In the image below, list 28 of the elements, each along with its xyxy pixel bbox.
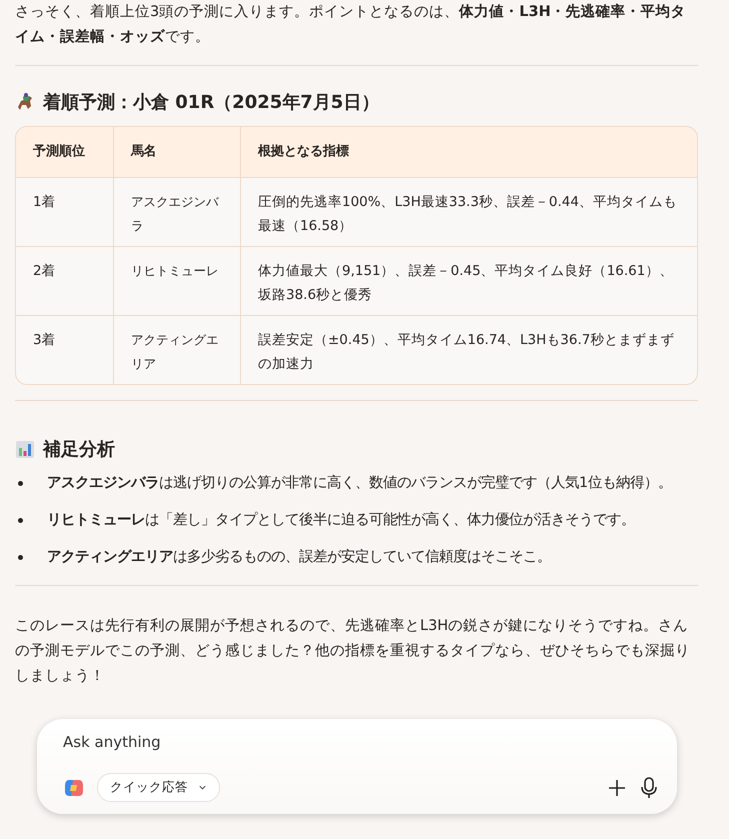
closing-paragraph: このレースは先行有利の展開が予想されるので、先逃確率とL3Hの鋭さが鍵になりそうですね。さんの予測モデルでこの予測、どう感じました？他の指標を重視するタイプなら、ぜひそちらでも深掘りしましょう！ <box>15 616 691 686</box>
table-cell: アスクエジンバラ <box>113 178 240 246</box>
list-item-text: リヒトミューレは「差し」タイプとして後半に迫る可能性が高く、体力優位が活きそうです。 <box>47 510 635 530</box>
message-input[interactable]: Ask anything <box>63 733 659 751</box>
column-header: 馬名 <box>113 127 240 177</box>
table-cell: 体力値最大（9,151）、誤差－0.45、平均タイム良好（16.61）、坂路38.6秒と優秀 <box>240 247 697 315</box>
microphone-icon[interactable] <box>639 776 659 798</box>
column-header: 根拠となる指標 <box>240 127 697 177</box>
bullet-icon <box>18 481 23 486</box>
table-cell: アクティングエリア <box>113 316 240 384</box>
chevron-down-icon <box>198 783 207 792</box>
table-cell-text: 2着 <box>32 262 57 281</box>
bar-chart-icon <box>15 439 35 459</box>
table-cell: 誤差安定（±0.45）、平均タイム16.74、L3Hも36.7秒とまずまずの加速力 <box>240 316 697 384</box>
mode-dropdown[interactable]: クイック応答 <box>97 773 220 802</box>
table-cell: 圧倒的先逃率100%、L3H最速33.3秒、誤差－0.44、平均タイムも最速（16.58） <box>240 178 697 246</box>
bullet-icon <box>18 518 23 523</box>
table-cell: リヒトミューレ <box>113 247 240 315</box>
table-cell-text: 1着 <box>32 193 57 212</box>
bullet-icon <box>18 555 23 560</box>
table-cell-text: 3着 <box>32 331 57 350</box>
plus-icon[interactable] <box>607 778 627 798</box>
column-header: 予測順位 <box>32 143 86 161</box>
intro-paragraph: さっそく、着順上位3頭の予測に入ります。ポイントとなるのは、体力値・L3H・先逃確率・平均タイム・誤差幅・オッズです。 <box>15 2 687 47</box>
list-item-text: アクティングエリアは多少劣るものの、誤差が安定していて信頼度はそこそこ。 <box>47 548 551 567</box>
section-heading: 補足分析 <box>43 438 115 461</box>
list-item-text: アスクエジンバラは逃げ切りの公算が非常に高く、数値のバランスが完璧です（人気1位も納得）。 <box>47 474 672 493</box>
section-heading: 着順予測：小倉 01R（2025年7月5日） <box>43 91 380 114</box>
